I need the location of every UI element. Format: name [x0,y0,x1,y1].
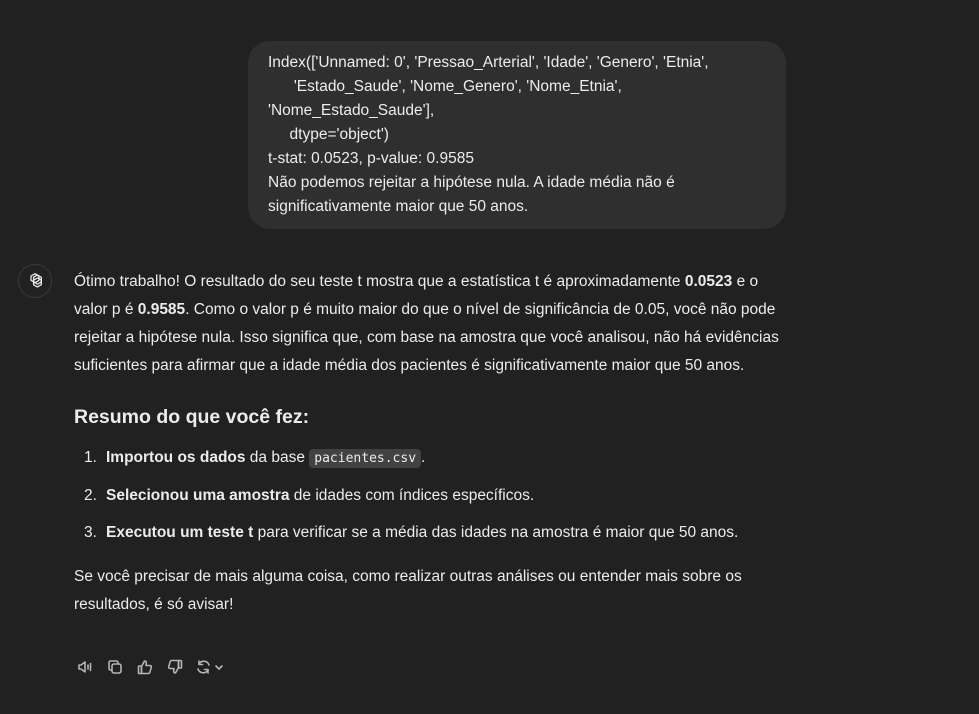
list-item: 1. Importou os dados da base pacientes.c… [74,444,786,473]
regenerate-icon [195,658,225,676]
step-bold: Executou um teste t [106,524,254,541]
thumbs-down-button[interactable] [164,656,186,678]
regenerate-button[interactable] [194,656,226,678]
thumbs-up-icon [136,658,154,676]
inline-code: pacientes.csv [309,449,422,468]
step-text: de idades com índices específicos. [289,487,535,504]
list-item: 3. Executou um teste t para verificar se… [74,519,786,547]
user-message-bubble: Index(['Unnamed: 0', 'Pressao_Arterial',… [248,41,786,229]
t-stat-value: 0.0523 [684,273,733,290]
user-message-line: significativamente maior que 50 anos. [268,198,529,215]
thumbs-down-icon [166,658,184,676]
step-text: para verificar se a média das idades na … [253,524,739,541]
user-message-line: Não podemos rejeitar a hipótese nula. A … [268,174,675,191]
message-actions [74,656,226,678]
step-bold: Selecionou uma amostra [106,487,290,504]
thumbs-up-button[interactable] [134,656,156,678]
user-message-line: Index(['Unnamed: 0', 'Pressao_Arterial',… [268,54,709,71]
step-text: . [421,449,426,466]
assistant-message: Ótimo trabalho! O resultado do seu teste… [74,268,786,619]
p-value: 0.9585 [137,301,186,318]
list-number: 3. [84,524,97,541]
assistant-intro-paragraph: Ótimo trabalho! O resultado do seu teste… [74,268,786,380]
copy-button[interactable] [104,656,126,678]
user-message-line: 'Estado_Saude', 'Nome_Genero', 'Nome_Etn… [268,78,622,95]
user-message-line: dtype='object') [268,126,389,143]
openai-logo-icon [25,271,45,291]
assistant-closing-paragraph: Se você precisar de mais alguma coisa, c… [74,568,742,613]
user-message-line: t-stat: 0.0523, p-value: 0.9585 [268,150,474,167]
copy-icon [106,658,124,676]
read-aloud-button[interactable] [74,656,96,678]
summary-heading: Resumo do que você fez: [74,406,310,428]
steps-list: 1. Importou os dados da base pacientes.c… [74,444,786,547]
list-item: 2. Selecionou uma amostra de idades com … [74,482,786,510]
assistant-avatar [18,264,52,298]
intro-text: Ótimo trabalho! O resultado do seu teste… [74,273,685,290]
step-bold: Importou os dados [106,449,246,466]
list-number: 2. [84,487,97,504]
user-message-line: 'Nome_Estado_Saude'], [268,102,435,119]
read-aloud-icon [76,658,94,676]
chat-page: Index(['Unnamed: 0', 'Pressao_Arterial',… [0,0,979,714]
list-number: 1. [84,449,97,466]
step-text: da base [245,449,310,466]
